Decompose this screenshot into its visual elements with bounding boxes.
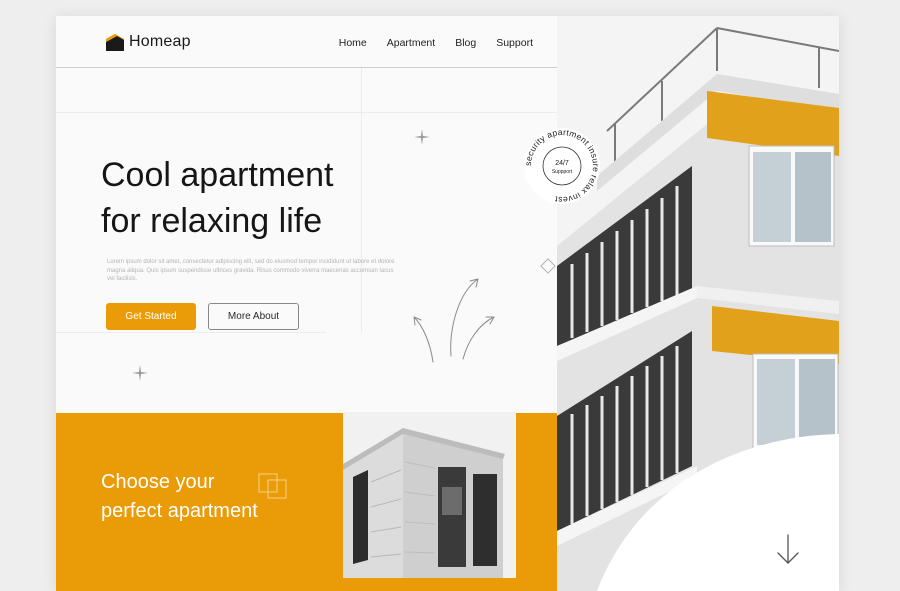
- sparkle-icon: [414, 129, 430, 145]
- nav-item-support[interactable]: Support: [496, 37, 533, 49]
- landing-page: Homeap Home Apartment Blog Support Cool …: [56, 16, 839, 591]
- get-started-button[interactable]: Get Started: [106, 303, 196, 330]
- hero-title-line-2: for relaxing life: [101, 202, 323, 240]
- hero-description: Lorem ipsum dolor sit amet, consectetur …: [107, 259, 395, 282]
- grid-line: [56, 332, 326, 333]
- house-roof-icon: [106, 33, 124, 51]
- more-about-button[interactable]: More About: [208, 303, 299, 330]
- section-title-line-2: perfect apartment: [101, 500, 258, 522]
- top-navbar: Homeap Home Apartment Blog Support: [56, 16, 557, 68]
- burst-arrows-decoration: [413, 278, 495, 363]
- badge-ring: security apartment insure relax invest 2…: [523, 127, 601, 205]
- apartment-preview-card[interactable]: [343, 412, 516, 578]
- arrow-down-icon[interactable]: [775, 533, 801, 567]
- main-nav: Home Apartment Blog Support: [339, 37, 533, 49]
- overlapping-squares-icon: [258, 473, 287, 499]
- nav-item-blog[interactable]: Blog: [455, 37, 476, 49]
- hero-title: Cool apartment for relaxing life: [101, 152, 441, 244]
- grid-line: [56, 112, 557, 113]
- hero-building-photo: [557, 16, 839, 591]
- nav-item-apartment[interactable]: Apartment: [387, 37, 435, 49]
- building-illustration: [557, 16, 839, 591]
- badge-center-line-1: 24/7: [555, 160, 569, 167]
- diamond-outline-icon: [540, 258, 556, 274]
- section-title: Choose your perfect apartment: [101, 468, 331, 526]
- badge-center-line-2: Suppport: [552, 169, 573, 175]
- support-badge: security apartment insure relax invest 2…: [522, 126, 602, 206]
- hero-title-line-1: Cool apartment: [101, 156, 334, 194]
- building-thumbnail: [343, 412, 516, 578]
- section-title-line-1: Choose your: [101, 471, 215, 493]
- brand-logo[interactable]: Homeap: [106, 33, 191, 51]
- nav-item-home[interactable]: Home: [339, 37, 367, 49]
- sparkle-icon: [132, 365, 148, 381]
- brand-name: Homeap: [129, 33, 191, 50]
